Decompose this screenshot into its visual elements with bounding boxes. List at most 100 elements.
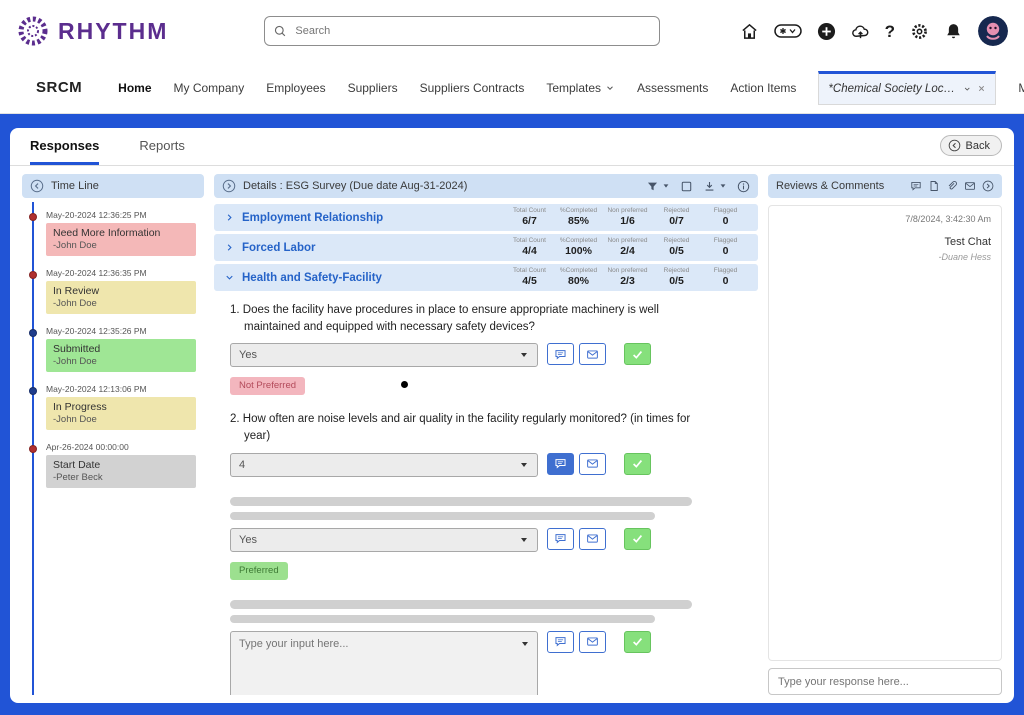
timeline-author: -John Doe — [53, 240, 189, 251]
timeline-card: Need More Information -John Doe — [46, 223, 196, 256]
cloud-upload-icon[interactable] — [851, 22, 870, 41]
nav-item-suppliers[interactable]: Suppliers — [348, 81, 398, 95]
document-icon[interactable] — [928, 180, 940, 192]
chevron-down-icon[interactable] — [963, 84, 971, 94]
email-button[interactable] — [579, 528, 606, 550]
mail-icon — [586, 532, 599, 545]
nav-item-more-label: More — [1018, 81, 1024, 95]
comment-button-active[interactable] — [547, 453, 574, 475]
email-button[interactable] — [579, 343, 606, 365]
nav-item-action-items[interactable]: Action Items — [730, 81, 796, 95]
question-1-answer-select[interactable]: Yes — [230, 343, 538, 367]
nav-item-employees[interactable]: Employees — [266, 81, 325, 95]
approve-button[interactable] — [624, 631, 651, 653]
content-background: Responses Reports Back Time Line — [0, 114, 1024, 715]
section-name: Health and Safety-Facility — [242, 272, 382, 284]
tab-reports[interactable]: Reports — [139, 128, 185, 165]
filter-funnel-icon[interactable] — [646, 180, 659, 193]
stat-total-count: Total Count4/4 — [505, 237, 554, 258]
timeline-author: -John Doe — [53, 298, 189, 309]
expand-right-icon[interactable] — [982, 180, 994, 192]
search-input[interactable] — [264, 16, 660, 46]
download-caret-icon[interactable] — [719, 182, 727, 190]
skeleton-bar — [230, 615, 655, 623]
question-3-controls: Yes — [230, 528, 754, 552]
expand-right-icon[interactable] — [222, 179, 236, 193]
question-4-text-input[interactable] — [230, 631, 538, 695]
chevron-right-icon — [224, 212, 235, 223]
stat-rejected: Rejected0/5 — [652, 237, 701, 258]
close-tab-icon[interactable] — [977, 84, 986, 93]
chat-bubble-icon — [554, 635, 567, 648]
question-4-controls — [230, 631, 754, 695]
timeline-status: Start Date — [53, 459, 189, 471]
filter-caret-icon[interactable] — [662, 182, 670, 190]
chevron-down-icon — [605, 83, 615, 93]
mail-icon — [586, 348, 599, 361]
section-employment-relationship[interactable]: Employment Relationship Total Count6/7 %… — [214, 204, 758, 231]
nav-item-templates[interactable]: Templates — [546, 81, 615, 95]
timeline-item[interactable]: May-20-2024 12:35:26 PM Submitted -John … — [46, 326, 204, 372]
chat-bubble-icon[interactable] — [910, 180, 922, 192]
notifications-bell-icon[interactable] — [944, 22, 963, 41]
add-icon[interactable] — [817, 22, 836, 41]
timeline-body: May-20-2024 12:36:25 PM Need More Inform… — [22, 198, 204, 695]
timeline-item[interactable]: May-20-2024 12:13:06 PM In Progress -Joh… — [46, 384, 204, 430]
stat-total-count: Total Count6/7 — [505, 207, 554, 228]
question-3-answer-select[interactable]: Yes — [230, 528, 538, 552]
approve-button[interactable] — [624, 453, 651, 475]
email-button[interactable] — [579, 631, 606, 653]
tab-responses[interactable]: Responses — [30, 128, 99, 165]
paperclip-icon[interactable] — [946, 180, 958, 192]
timeline-date: May-20-2024 12:36:25 PM — [46, 210, 204, 220]
reviews-title: Reviews & Comments — [776, 180, 903, 192]
email-button[interactable] — [579, 453, 606, 475]
timeline-status: In Progress — [53, 401, 189, 413]
info-icon[interactable] — [737, 180, 750, 193]
rhythm-logo[interactable]: RHYTHM — [16, 14, 168, 48]
collapse-left-icon[interactable] — [30, 179, 44, 193]
comment-button[interactable] — [547, 631, 574, 653]
section-forced-labor[interactable]: Forced Labor Total Count4/4 %Completed10… — [214, 234, 758, 261]
question-3-action-buttons — [547, 528, 606, 550]
mail-icon[interactable] — [964, 180, 976, 192]
section-name: Forced Labor — [242, 242, 315, 254]
nav-item-suppliers-contracts[interactable]: Suppliers Contracts — [420, 81, 525, 95]
back-circle-icon — [948, 139, 961, 152]
quick-toggle-icon[interactable] — [774, 23, 802, 39]
timeline-item[interactable]: Apr-26-2024 00:00:00 Start Date -Peter B… — [46, 442, 204, 488]
nav-item-my-company[interactable]: My Company — [174, 81, 245, 95]
comment-timestamp: 7/8/2024, 3:42:30 Am — [905, 214, 991, 224]
top-header: RHYTHM ? — [0, 0, 1024, 62]
check-icon — [631, 635, 644, 648]
back-button[interactable]: Back — [940, 135, 1002, 156]
user-avatar[interactable] — [978, 16, 1008, 46]
help-icon[interactable]: ? — [885, 23, 895, 40]
timeline-item[interactable]: May-20-2024 12:36:35 PM In Review -John … — [46, 268, 204, 314]
timeline-status: Submitted — [53, 343, 189, 355]
timeline-dot — [29, 329, 37, 337]
question-2-answer-select[interactable]: 4 — [230, 453, 538, 477]
details-header: Details : ESG Survey (Due date Aug-31-20… — [214, 174, 758, 198]
home-building-icon[interactable] — [740, 22, 759, 41]
nav-item-assessments[interactable]: Assessments — [637, 81, 708, 95]
nav-item-more[interactable]: More — [1018, 81, 1024, 95]
stat-rejected: Rejected0/5 — [652, 267, 701, 288]
checkbox-icon[interactable] — [680, 180, 693, 193]
comment-button[interactable] — [547, 528, 574, 550]
selected-value: 4 — [239, 459, 245, 471]
timeline-item[interactable]: May-20-2024 12:36:25 PM Need More Inform… — [46, 210, 204, 256]
comment-button[interactable] — [547, 343, 574, 365]
settings-gear-icon[interactable] — [910, 22, 929, 41]
section-health-safety-facility[interactable]: Health and Safety-Facility Total Count4/… — [214, 264, 758, 291]
response-input[interactable] — [768, 668, 1002, 695]
timeline-title: Time Line — [51, 180, 99, 192]
chevron-down-icon — [519, 460, 529, 470]
search-icon — [273, 24, 287, 38]
approve-button[interactable] — [624, 343, 651, 365]
approve-button[interactable] — [624, 528, 651, 550]
question-1-text: 1. Does the facility have procedures in … — [230, 302, 708, 335]
open-record-tab[interactable]: *Chemical Society Located i... — [818, 71, 996, 105]
nav-item-home[interactable]: Home — [118, 81, 151, 95]
download-icon[interactable] — [703, 180, 716, 193]
